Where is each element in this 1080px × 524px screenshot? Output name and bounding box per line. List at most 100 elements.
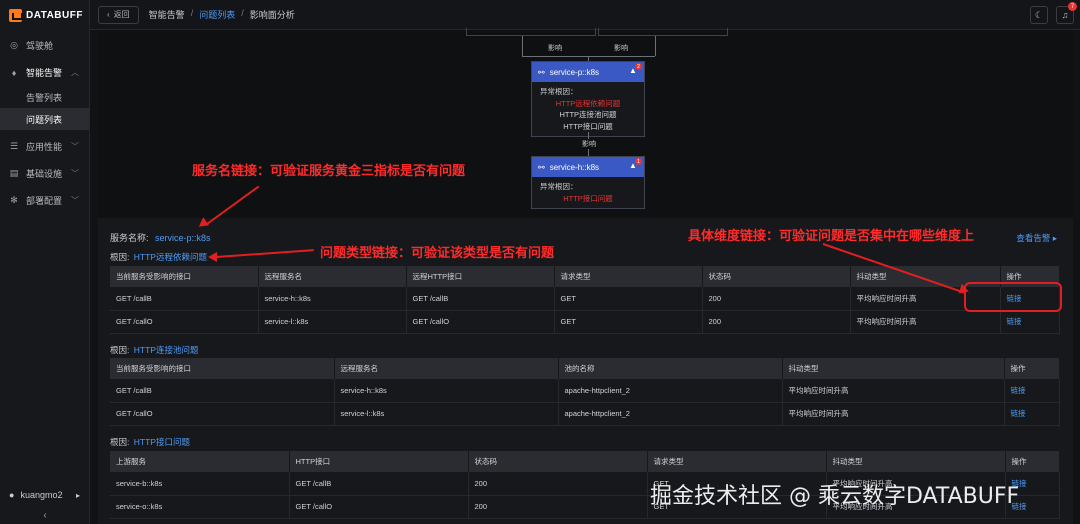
root-cause: HTTP接口问题 bbox=[563, 193, 613, 203]
abnormal-label: 异常根因： bbox=[540, 182, 578, 191]
sidebar: DATABUFF ◎ 驾驶舱 ♦ 智能告警 ︿ 告警列表 问题列表 ☰ 应用性能… bbox=[0, 0, 90, 524]
service-name-link[interactable]: service-p::k8s bbox=[155, 233, 211, 243]
username: kuangmo2 bbox=[20, 490, 63, 500]
edge-label: 影响 bbox=[614, 45, 628, 52]
column-header: 当前服务受影响的接口 bbox=[110, 358, 335, 379]
databuff-logo-icon bbox=[9, 8, 23, 22]
logo-text: DATABUFF bbox=[26, 9, 83, 21]
caret-right-icon: ▸ bbox=[75, 490, 80, 500]
breadcrumb-current: 影响面分析 bbox=[249, 10, 295, 20]
column-header: 当前服务受影响的接口 bbox=[110, 266, 259, 287]
sidebar-item-label: 驾驶舱 bbox=[26, 41, 54, 51]
annotation-highlight-box bbox=[964, 282, 1062, 312]
chevron-left-icon: ‹ bbox=[43, 509, 47, 521]
sidebar-item-alerts[interactable]: ♦ 智能告警 ︿ bbox=[0, 59, 89, 86]
chevron-left-icon: ‹ bbox=[107, 10, 110, 19]
column-header: HTTP接口 bbox=[289, 451, 469, 472]
chevron-up-icon: ︿ bbox=[71, 68, 79, 77]
watermark: 掘金技术社区 @ 乘云数字DATABUFF bbox=[650, 484, 1020, 509]
table-row: GET /callO service-l::k8s apache-httpcli… bbox=[110, 402, 1060, 426]
column-header: 请求类型 bbox=[554, 266, 703, 287]
sidebar-item-infrastructure[interactable]: ▤ 基础设施 ﹀ bbox=[0, 160, 89, 187]
sidebar-subitem-problem-list[interactable]: 问题列表 bbox=[0, 108, 89, 130]
sidebar-item-deploy-config[interactable]: ✻ 部署配置 ﹀ bbox=[0, 187, 89, 214]
column-header: 远程服务名 bbox=[334, 358, 559, 379]
dimension-link[interactable]: 链接 bbox=[1004, 402, 1060, 426]
table-row: GET /callB service-h::k8s apache-httpcli… bbox=[110, 379, 1060, 403]
root-cause: HTTP接口问题 bbox=[563, 121, 613, 131]
column-header: 操作 bbox=[1004, 358, 1060, 379]
breadcrumb: 智能告警 / 问题列表 / 影响面分析 bbox=[148, 8, 295, 21]
user-menu[interactable]: ● kuangmo2 ▸ bbox=[0, 486, 90, 504]
breadcrumb-item[interactable]: 问题列表 bbox=[199, 8, 235, 21]
service-icon: ⚯ bbox=[538, 162, 545, 172]
annotation-type-link: 问题类型链接：可验证该类型是否有问题 bbox=[320, 245, 555, 260]
collapse-sidebar-button[interactable]: ‹ bbox=[0, 506, 90, 524]
chevron-down-icon: ﹀ bbox=[71, 142, 79, 151]
column-header: 池的名称 bbox=[558, 358, 783, 379]
column-header: 状态码 bbox=[468, 451, 648, 472]
root-type-link[interactable]: HTTP接口问题 bbox=[134, 437, 190, 447]
root-type-link[interactable]: HTTP远程依赖问题 bbox=[134, 252, 207, 262]
root-label: 根因: bbox=[110, 437, 130, 447]
edge-label: 影响 bbox=[548, 45, 562, 52]
impact-graph: 影响 影响 ⚯ service-p::k8s ▲ 2 异常根因： HTTP远程依… bbox=[98, 28, 1073, 218]
column-header: 远程HTTP接口 bbox=[406, 266, 555, 287]
alert-badge: 2 bbox=[635, 63, 642, 70]
back-button[interactable]: ‹ 返回 bbox=[98, 5, 139, 24]
column-header: 抖动类型 bbox=[782, 358, 1005, 379]
root-type-link[interactable]: HTTP连接池问题 bbox=[134, 345, 199, 355]
annotation-arrow-head bbox=[208, 252, 217, 262]
root-cause-row: 根因: HTTP接口问题 bbox=[110, 436, 190, 448]
column-header: 上游服务 bbox=[110, 451, 290, 472]
sidebar-item-label: 应用性能 bbox=[26, 142, 63, 152]
sidebar-item-label: 部署配置 bbox=[26, 196, 63, 206]
breadcrumb-item[interactable]: 智能告警 bbox=[149, 8, 185, 21]
table-row: GET /callB service-h::k8s GET /callB GET… bbox=[110, 287, 1060, 311]
column-header: 远程服务名 bbox=[258, 266, 407, 287]
service-node[interactable]: ⚯ service-p::k8s ▲ 2 异常根因： HTTP远程依赖问题 HT… bbox=[531, 61, 645, 137]
root-cause-row: 根因: HTTP连接池问题 bbox=[110, 344, 198, 356]
sidebar-item-app-performance[interactable]: ☰ 应用性能 ﹀ bbox=[0, 133, 89, 160]
see-alert-link[interactable]: 查看告警 ▸ bbox=[1016, 232, 1057, 244]
table-connection-pool: 当前服务受影响的接口 远程服务名 池的名称 抖动类型 操作 GET /callB… bbox=[110, 358, 1060, 426]
service-node-name: service-p::k8s bbox=[549, 67, 600, 77]
root-label: 根因: bbox=[110, 345, 130, 355]
column-header: 请求类型 bbox=[647, 451, 827, 472]
bell-icon: ♦ bbox=[11, 67, 17, 78]
application-icon: ☰ bbox=[9, 141, 19, 151]
user-icon: ● bbox=[9, 490, 15, 500]
sidebar-item-dashboard[interactable]: ◎ 驾驶舱 bbox=[0, 32, 89, 59]
annotation-dimension-link: 具体维度链接：可验证问题是否集中在哪些维度上 bbox=[688, 228, 975, 243]
logo[interactable]: DATABUFF bbox=[0, 0, 89, 30]
infrastructure-icon: ▤ bbox=[9, 168, 19, 178]
column-header: 抖动类型 bbox=[826, 451, 1006, 472]
sidebar-item-label: 基础设施 bbox=[26, 169, 63, 179]
column-header: 状态码 bbox=[702, 266, 851, 287]
upstream-node-left[interactable] bbox=[466, 28, 596, 36]
service-node[interactable]: ⚯ service-h::k8s ▲ 1 异常根因： HTTP接口问题 bbox=[531, 156, 645, 209]
upstream-node-right[interactable] bbox=[598, 28, 728, 36]
service-name-row: 服务名称: service-p::k8s bbox=[110, 231, 211, 244]
notification-badge: 7 bbox=[1068, 2, 1077, 11]
bell-icon: ♫ bbox=[1061, 10, 1069, 20]
notification-button[interactable]: ♫ 7 bbox=[1056, 2, 1077, 24]
sidebar-subitem-alert-list[interactable]: 告警列表 bbox=[0, 86, 89, 108]
column-header: 操作 bbox=[1005, 451, 1060, 472]
topbar: ‹ 返回 智能告警 / 问题列表 / 影响面分析 ☾ ♫ 7 bbox=[90, 0, 1080, 30]
root-cause: HTTP连接池问题 bbox=[559, 110, 617, 119]
chevron-down-icon: ﹀ bbox=[71, 196, 79, 205]
service-icon: ⚯ bbox=[538, 67, 545, 77]
caret-right-icon: ▸ bbox=[1052, 233, 1057, 243]
table-row: GET /callO service-l::k8s GET /callO GET… bbox=[110, 310, 1060, 334]
dimension-link[interactable]: 链接 bbox=[1000, 310, 1060, 334]
dimension-link[interactable]: 链接 bbox=[1004, 379, 1060, 403]
sidebar-item-label: 智能告警 bbox=[26, 68, 63, 78]
annotation-service-link: 服务名链接：可验证服务黄金三指标是否有问题 bbox=[192, 163, 466, 178]
theme-toggle-button[interactable]: ☾ bbox=[1030, 6, 1048, 24]
chevron-down-icon: ﹀ bbox=[71, 169, 79, 178]
root-cause-row: 根因: HTTP远程依赖问题 bbox=[110, 251, 207, 263]
gear-icon: ✻ bbox=[10, 195, 18, 205]
alert-badge: 1 bbox=[635, 158, 642, 165]
service-name-label: 服务名称: bbox=[110, 233, 149, 243]
